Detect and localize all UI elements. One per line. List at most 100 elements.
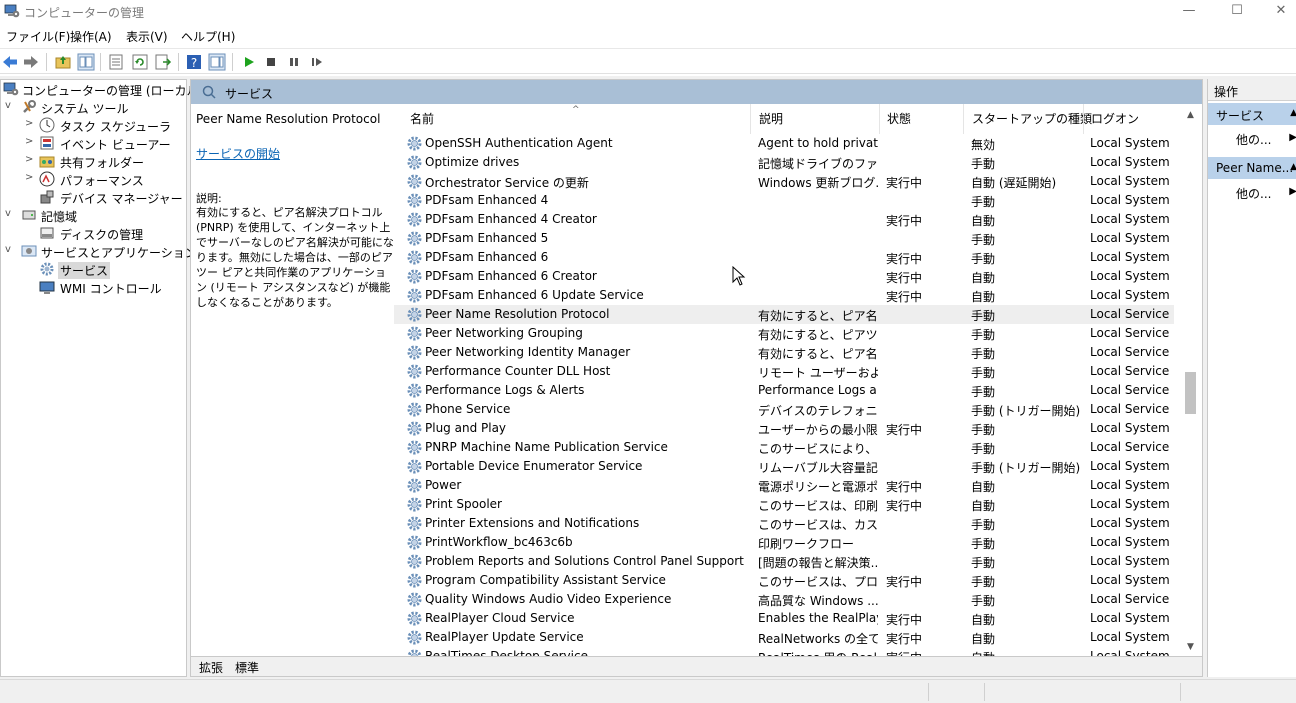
table-row[interactable]: Phone Service デバイスのテレフォニー... 手動 (トリガー開始) Lo… xyxy=(394,400,1174,419)
actions-more-selected[interactable]: 他の... ▶ xyxy=(1208,182,1296,202)
actions-more-services[interactable]: 他の... ▶ xyxy=(1208,128,1296,148)
scrollbar-thumb[interactable] xyxy=(1185,372,1196,414)
chevron-down-icon[interactable]: v xyxy=(5,208,15,220)
chevron-right-icon[interactable]: > xyxy=(25,118,35,130)
table-row[interactable]: Peer Networking Grouping 有効にすると、ピアツー... 手動… xyxy=(394,324,1174,343)
tab-extended[interactable]: 拡張 xyxy=(199,659,223,676)
table-row[interactable]: PDFsam Enhanced 5 手動 Local System xyxy=(394,229,1174,248)
gear-icon xyxy=(407,155,422,170)
actions-section-services[interactable]: サービス ▲ xyxy=(1208,103,1296,125)
show-action-pane-icon[interactable] xyxy=(208,53,226,71)
table-row[interactable]: Performance Counter DLL Host リモート ユーザーおよび… xyxy=(394,362,1174,381)
column-divider[interactable] xyxy=(963,104,964,134)
help-icon[interactable]: ? xyxy=(185,53,203,71)
menu-action[interactable]: 操作(A) xyxy=(70,28,112,45)
column-divider[interactable] xyxy=(1083,104,1084,134)
column-header-startup[interactable]: スタートアップの種類 xyxy=(972,110,1092,127)
service-name: Optimize drives xyxy=(425,155,520,169)
tree-item-label: サービス xyxy=(58,262,111,279)
properties-icon[interactable] xyxy=(107,53,125,71)
column-header-logon[interactable]: ログオン xyxy=(1091,110,1139,127)
forward-arrow-icon[interactable] xyxy=(22,53,40,71)
table-row[interactable]: Portable Device Enumerator Service リムーバブル… xyxy=(394,457,1174,476)
table-row[interactable]: PrintWorkflow_bc463c6b 印刷ワークフロー 手動 Local Sy… xyxy=(394,533,1174,552)
gear-icon xyxy=(407,383,422,398)
table-row[interactable]: PDFsam Enhanced 6 Update Service 実行中 自動 Loc… xyxy=(394,286,1174,305)
service-logon: Local System xyxy=(1090,155,1170,169)
service-startup-type: 手動 xyxy=(971,233,996,247)
table-row[interactable]: Peer Name Resolution Protocol 有効にすると、ピア名.… xyxy=(394,305,1174,324)
scroll-down-icon[interactable]: ▼ xyxy=(1185,642,1196,652)
column-header-description[interactable]: 説明 xyxy=(759,110,783,127)
table-row[interactable]: PNRP Machine Name Publication Service このサ… xyxy=(394,438,1174,457)
gear-icon xyxy=(407,459,422,474)
menu-file[interactable]: ファイル(F) xyxy=(6,28,70,45)
chevron-right-icon[interactable]: > xyxy=(25,172,35,184)
table-row[interactable]: PDFsam Enhanced 6 実行中 手動 Local System xyxy=(394,248,1174,267)
menu-view[interactable]: 表示(V) xyxy=(126,28,168,45)
start-service-link[interactable]: サービスの開始 xyxy=(196,145,280,162)
service-logon: Local System xyxy=(1090,231,1170,245)
search-icon xyxy=(202,85,216,99)
service-status: 実行中 xyxy=(886,290,923,304)
column-divider[interactable] xyxy=(750,104,751,134)
back-arrow-icon[interactable] xyxy=(1,53,19,71)
minimize-button[interactable]: — xyxy=(1166,0,1212,24)
table-row[interactable]: Program Compatibility Assistant Service こ… xyxy=(394,571,1174,590)
table-row[interactable]: Problem Reports and Solutions Control Pa… xyxy=(394,552,1174,571)
show-hide-tree-icon[interactable] xyxy=(77,53,95,71)
maximize-button[interactable]: ☐ xyxy=(1214,0,1260,24)
table-row[interactable]: Orchestrator Service の更新 Windows 更新ブログ...… xyxy=(394,172,1174,191)
export-list-icon[interactable] xyxy=(154,53,172,71)
chevron-right-icon[interactable]: > xyxy=(25,136,35,148)
table-row[interactable]: Plug and Play ユーザーからの最小限... 実行中 手動 Local Sys… xyxy=(394,419,1174,438)
service-name: RealPlayer Update Service xyxy=(425,630,584,644)
table-row[interactable]: RealTimes Desktop Service RealTimes 用の Re… xyxy=(394,647,1174,656)
vertical-scrollbar[interactable]: ▲ ▼ xyxy=(1180,104,1201,656)
table-row[interactable]: Optimize drives 記憶域ドライブのファイ... 手動 Local Sys… xyxy=(394,153,1174,172)
service-logon: Local Service xyxy=(1090,364,1170,378)
chevron-right-icon[interactable]: > xyxy=(25,154,35,166)
column-header-name[interactable]: 名前 xyxy=(410,110,434,127)
service-name: Peer Name Resolution Protocol xyxy=(425,307,610,321)
collapse-up-icon[interactable]: ▲ xyxy=(1290,108,1296,118)
table-row[interactable]: Peer Networking Identity Manager 有効にすると、ピ… xyxy=(394,343,1174,362)
refresh-icon[interactable] xyxy=(131,53,149,71)
tab-standard[interactable]: 標準 xyxy=(235,659,259,676)
table-row[interactable]: PDFsam Enhanced 6 Creator 実行中 自動 Local Syst… xyxy=(394,267,1174,286)
table-row[interactable]: Print Spooler このサービスは、印刷ジ... 実行中 自動 Local Sy… xyxy=(394,495,1174,514)
table-row[interactable]: Quality Windows Audio Video Experience 高品… xyxy=(394,590,1174,609)
collapse-up-icon[interactable]: ▲ xyxy=(1290,162,1296,172)
service-logon: Local Service xyxy=(1090,326,1170,340)
service-logon: Local System xyxy=(1090,573,1170,587)
restart-service-icon[interactable] xyxy=(308,53,326,71)
service-description: リムーバブル大容量記... xyxy=(758,461,878,475)
table-row[interactable]: RealPlayer Update Service RealNetworks の全… xyxy=(394,628,1174,647)
gear-icon xyxy=(407,592,422,607)
start-service-icon[interactable] xyxy=(240,53,258,71)
service-description: ユーザーからの最小限... xyxy=(758,423,878,437)
actions-section-selected[interactable]: Peer Name... ▲ xyxy=(1208,157,1296,179)
service-description: 電源ポリシーと電源ポ... xyxy=(758,480,878,494)
table-row[interactable]: OpenSSH Authentication Agent Agent to hol… xyxy=(394,134,1174,153)
close-button[interactable]: ✕ xyxy=(1258,0,1296,24)
table-row[interactable]: Printer Extensions and Notifications このサー… xyxy=(394,514,1174,533)
menu-help[interactable]: ヘルプ(H) xyxy=(181,28,235,45)
service-startup-type: 自動 xyxy=(971,499,996,513)
column-divider[interactable] xyxy=(879,104,880,134)
pause-service-icon[interactable] xyxy=(285,53,303,71)
service-logon: Local System xyxy=(1090,421,1170,435)
services-header: サービス xyxy=(191,80,1202,104)
table-row[interactable]: Power 電源ポリシーと電源ポ... 実行中 自動 Local System xyxy=(394,476,1174,495)
table-row[interactable]: PDFsam Enhanced 4 手動 Local System xyxy=(394,191,1174,210)
column-header-status[interactable]: 状態 xyxy=(887,110,911,127)
chevron-down-icon[interactable]: v xyxy=(5,100,15,112)
table-row[interactable]: RealPlayer Cloud Service Enables the Real… xyxy=(394,609,1174,628)
service-name: Peer Networking Grouping xyxy=(425,326,583,340)
chevron-down-icon[interactable]: v xyxy=(5,244,15,256)
scroll-up-icon[interactable]: ▲ xyxy=(1185,110,1196,120)
table-row[interactable]: Performance Logs & Alerts Performance Log… xyxy=(394,381,1174,400)
up-folder-icon[interactable] xyxy=(54,53,72,71)
table-row[interactable]: PDFsam Enhanced 4 Creator 実行中 自動 Local Syst… xyxy=(394,210,1174,229)
stop-service-icon[interactable] xyxy=(262,53,280,71)
